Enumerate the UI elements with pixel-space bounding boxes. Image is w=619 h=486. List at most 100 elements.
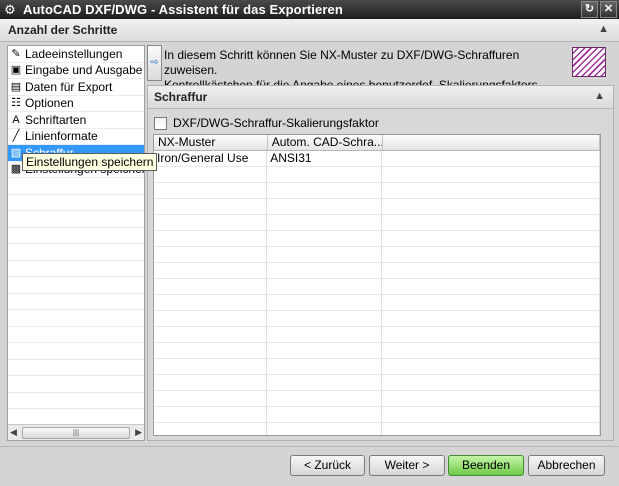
table-empty-cell	[154, 359, 268, 374]
step-item[interactable]: ☷ Optionen	[8, 96, 144, 112]
scale-factor-option[interactable]: DXF/DWG-Schraffur-Skalierungsfaktor	[154, 116, 379, 130]
app-gear-icon[interactable]: ⚙	[3, 2, 17, 17]
wrench-icon: ✎	[11, 47, 21, 60]
column-header-nx-pattern[interactable]: NX-Muster	[154, 135, 268, 150]
table-empty-cell	[154, 183, 268, 198]
close-icon[interactable]: ✕	[600, 1, 617, 18]
table-empty-cell	[382, 343, 600, 358]
steps-list[interactable]: ✎ Ladeeinstellungen ▣ Eingabe und Ausgabe ▤ D…	[7, 45, 145, 441]
table-empty-cell	[267, 215, 383, 230]
chevron-up-icon[interactable]: ▲	[598, 23, 609, 35]
table-empty-cell	[382, 407, 600, 422]
table-empty-cell	[382, 423, 600, 435]
step-empty-row	[8, 244, 144, 261]
table-empty-row	[154, 343, 600, 359]
table-empty-cell	[382, 375, 600, 390]
hatch-icon: ▧	[10, 146, 22, 159]
step-empty-row	[8, 294, 144, 310]
table-empty-cell	[154, 327, 268, 342]
document-icon: ▤	[10, 80, 22, 93]
table-empty-row	[154, 375, 600, 391]
step-empty-row	[8, 343, 144, 360]
cancel-button[interactable]: Abbrechen	[528, 455, 605, 476]
table-empty-cell	[382, 311, 600, 326]
table-empty-cell	[382, 199, 600, 214]
step-label: Daten für Export	[25, 79, 113, 94]
scale-factor-label: DXF/DWG-Schraffur-Skalierungsfaktor	[173, 116, 379, 130]
table-empty-cell	[267, 327, 383, 342]
table-empty-cell	[382, 391, 600, 406]
table-empty-cell	[382, 231, 600, 246]
options-icon: ☷	[11, 97, 21, 110]
table-empty-cell	[154, 343, 268, 358]
scale-factor-checkbox[interactable]	[154, 116, 167, 130]
table-empty-cell	[267, 279, 383, 294]
table-empty-row	[154, 231, 600, 247]
step-label: Eingabe und Ausgabe	[25, 63, 143, 78]
table-empty-cell	[267, 343, 383, 358]
horizontal-scrollbar[interactable]: ◀ ||| ▶	[8, 424, 144, 440]
column-header-cad-hatch[interactable]: Autom. CAD-Schra...	[268, 135, 384, 150]
finish-button[interactable]: Beenden	[448, 455, 524, 476]
arrow-right-icon[interactable]: ⇨	[147, 45, 162, 81]
table-empty-cell	[154, 215, 268, 230]
table-empty-row	[154, 199, 600, 215]
table-empty-cell	[154, 311, 268, 326]
step-item[interactable]: ▣ Eingabe und Ausgabe	[8, 63, 144, 79]
table-empty-cell	[154, 295, 268, 310]
step-empty-row	[8, 327, 144, 343]
table-empty-cell	[267, 295, 383, 310]
tooltip: Einstellungen speichern	[22, 153, 158, 171]
table-empty-cell	[267, 263, 383, 278]
table-empty-cell	[267, 391, 383, 406]
table-empty-cell	[382, 215, 600, 230]
table-empty-cell	[154, 423, 268, 435]
window-controls: ↻ ✕	[581, 1, 617, 18]
table-empty-cell	[267, 375, 383, 390]
step-item[interactable]: ╱ Linienformate	[8, 129, 144, 145]
step-empty-row	[8, 261, 144, 277]
hatch-preview-icon	[572, 47, 606, 77]
table-empty-row	[154, 359, 600, 375]
table-row[interactable]: Iron/General Use ANSI31	[154, 151, 600, 167]
table-empty-cell	[382, 279, 600, 294]
table-empty-cell	[382, 327, 600, 342]
step-item[interactable]: A Schriftarten	[8, 112, 144, 129]
back-button[interactable]: < Zurück	[290, 455, 365, 476]
scroll-left-icon[interactable]: ◀	[10, 427, 17, 438]
scroll-thumb[interactable]: |||	[22, 427, 130, 439]
step-item[interactable]: ✎ Ladeeinstellungen	[8, 46, 144, 63]
next-button[interactable]: Weiter >	[369, 455, 445, 476]
step-label: Optionen	[25, 96, 74, 111]
table-empty-row	[154, 407, 600, 423]
table-empty-cell	[267, 423, 383, 435]
step-item[interactable]: ▤ Daten für Export	[8, 79, 144, 96]
hatch-panel-title: Schraffur	[154, 90, 208, 104]
table-empty-cell	[267, 247, 383, 262]
table-empty-cell	[267, 407, 383, 422]
table-cell[interactable]: ANSI31	[267, 151, 383, 166]
title-bar: ⚙ AutoCAD DXF/DWG - Assistent für das Ex…	[0, 0, 619, 19]
table-empty-cell	[267, 359, 383, 374]
table-empty-cell	[382, 295, 600, 310]
table-empty-row	[154, 247, 600, 263]
table-cell[interactable]: Iron/General Use	[154, 151, 268, 166]
table-empty-cell	[267, 167, 383, 182]
scroll-right-icon[interactable]: ▶	[135, 427, 142, 438]
table-cell[interactable]	[382, 151, 600, 166]
column-header-empty[interactable]	[383, 135, 600, 150]
table-empty-row	[154, 423, 600, 435]
steps-section-title: Anzahl der Schritte	[8, 23, 118, 37]
chevron-up-icon[interactable]: ▲	[594, 90, 605, 102]
table-empty-cell	[267, 311, 383, 326]
table-empty-cell	[154, 375, 268, 390]
table-empty-cell	[154, 167, 268, 182]
step-empty-row	[8, 277, 144, 294]
table-empty-cell	[382, 167, 600, 182]
hatch-panel-header[interactable]: Schraffur ▲	[148, 86, 613, 109]
info-line-1: In diesem Schritt können Sie NX-Muster z…	[164, 48, 520, 77]
table-empty-cell	[382, 183, 600, 198]
steps-section-header[interactable]: Anzahl der Schritte ▲	[0, 19, 619, 42]
table-empty-cell	[267, 183, 383, 198]
reset-icon[interactable]: ↻	[581, 1, 598, 18]
